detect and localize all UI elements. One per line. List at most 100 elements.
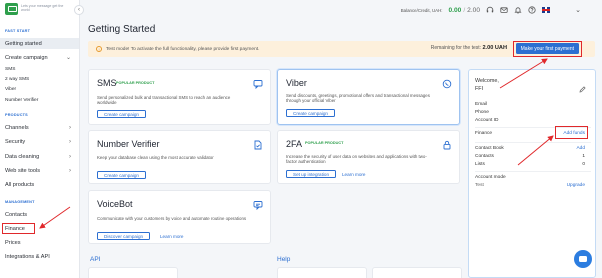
sidebar-item-data-cleaning[interactable]: Data cleaning › — [0, 151, 79, 162]
lists-value: 0 — [582, 162, 585, 167]
balance-label: Balance/Credit, UAH: — [400, 7, 443, 13]
uk-flag-icon[interactable] — [542, 7, 550, 13]
sidebar-item-web-site-tools[interactable]: Web site tools › — [0, 165, 79, 176]
card-description: Send discounts, greetings, promotional o… — [286, 93, 430, 104]
voicebot-icon — [253, 200, 263, 210]
first-payment-highlight-box — [513, 41, 582, 57]
remaining-info: Remaining for the test: 2.00 UAH — [431, 45, 507, 51]
sidebar-item-label: Channels — [5, 124, 29, 131]
chevron-right-icon: › — [69, 153, 71, 160]
sidebar-item-2way-sms[interactable]: 2 way SMS — [0, 75, 79, 84]
account-mode-label: Account mode — [475, 175, 506, 180]
sidebar-item-label: Create campaign — [5, 54, 48, 61]
number-verifier-create-campaign-button[interactable]: Create campaign — [97, 171, 146, 179]
balance-display: 0.00 / 2.00 — [448, 7, 480, 14]
section-management: MANAGEMENT — [5, 200, 35, 204]
add-funds-highlight-box — [555, 126, 588, 139]
contact-book-label: Contact Book — [475, 146, 504, 151]
viber-create-campaign-button[interactable]: Create campaign — [286, 109, 335, 117]
balance-separator: / — [463, 6, 466, 14]
account-panel: Welcome, FFI Email Phone Account ID Fina… — [468, 69, 596, 278]
card-description: Send personalized bulk and transactional… — [97, 95, 231, 106]
sidebar-item-channels[interactable]: Channels › — [0, 122, 79, 133]
chat-icon — [253, 79, 263, 89]
account-mode-value: Test — [475, 183, 484, 188]
card-title: Viber — [286, 78, 307, 88]
sidebar-item-label: Data cleaning — [5, 153, 40, 160]
sidebar-item-label: Contacts — [5, 211, 28, 218]
sidebar-item-label: Viber — [5, 87, 17, 92]
card-description: Communicate with your customers by voice… — [97, 216, 247, 221]
sidebar-item-integrations-api[interactable]: Integrations & API — [0, 251, 79, 262]
warning-icon: ! — [96, 46, 102, 52]
card-sms: SMS POPULAR PRODUCT Send personalized bu… — [88, 69, 271, 125]
user-name: FFI — [475, 86, 484, 92]
sidebar-item-contacts[interactable]: Contacts — [0, 209, 79, 220]
chevron-down-icon: ⌄ — [65, 55, 71, 61]
sidebar-item-label: SMS — [5, 67, 16, 72]
card-title: VoiceBot — [97, 199, 133, 209]
card-description: Increase the security of user data on we… — [286, 154, 427, 165]
chat-icon[interactable] — [574, 250, 592, 268]
card-viber: Viber Send discounts, greetings, promoti… — [277, 69, 460, 125]
document-check-icon — [253, 140, 263, 150]
sidebar-item-label: 2 way SMS — [5, 77, 30, 82]
remaining-label: Remaining for the test: — [430, 45, 482, 51]
api-card[interactable] — [88, 267, 178, 278]
viber-icon — [442, 79, 452, 89]
popular-badge: POPULAR PRODUCT — [116, 81, 155, 85]
logo-icon[interactable] — [5, 3, 18, 15]
finance-highlight-box — [2, 223, 35, 234]
sidebar-item-label: Getting started — [5, 40, 42, 47]
chevron-down-icon[interactable]: ⌄ — [574, 6, 582, 14]
card-description: Keep your database clean using the most … — [97, 155, 214, 160]
sidebar-item-all-products[interactable]: All products — [0, 179, 79, 190]
balance-max: 2.00 — [467, 6, 480, 14]
bell-icon[interactable] — [514, 6, 522, 14]
sidebar-item-create-campaign[interactable]: Create campaign ⌄ — [0, 52, 79, 63]
phone-label: Phone — [475, 110, 489, 115]
card-title: Number Verifier — [97, 139, 160, 149]
sidebar-item-sms[interactable]: SMS — [0, 65, 79, 74]
topbar: Balance/Credit, UAH: 0.00 / 2.00 ⌄ — [80, 0, 602, 20]
sidebar-item-label: Integrations & API — [5, 253, 50, 260]
lists-label: Lists — [475, 162, 485, 167]
contacts-label: Contacts — [475, 154, 494, 159]
sidebar-item-prices[interactable]: Prices — [0, 237, 79, 248]
2fa-setup-integration-button[interactable]: Set up integration — [286, 170, 337, 178]
api-section-title: API — [90, 256, 101, 263]
help-card[interactable] — [372, 267, 462, 278]
sidebar: Lets your message get the world FAST STA… — [0, 0, 80, 278]
card-2fa: 2FA POPULAR PRODUCT Increase the securit… — [277, 130, 460, 184]
divider — [475, 142, 591, 143]
notice-text: Test mode! To activate the full function… — [106, 46, 260, 52]
pencil-icon[interactable] — [579, 86, 586, 95]
sidebar-item-label: Number Verifier — [5, 98, 39, 103]
sidebar-item-getting-started[interactable]: Getting started — [0, 38, 79, 49]
help-icon[interactable] — [528, 6, 536, 14]
2fa-learn-more-link[interactable]: Learn more — [342, 172, 366, 177]
lock-icon — [442, 140, 452, 150]
sidebar-item-viber[interactable]: Viber — [0, 85, 79, 94]
remaining-value: 2.00 UAH — [482, 45, 507, 51]
mail-icon[interactable] — [500, 6, 508, 14]
help-card[interactable] — [277, 267, 367, 278]
sidebar-item-label: Web site tools — [5, 167, 41, 174]
chevron-right-icon: › — [69, 138, 71, 145]
divider — [475, 171, 591, 172]
sidebar-item-security[interactable]: Security › — [0, 136, 79, 147]
chevron-left-icon[interactable]: ‹ — [74, 5, 84, 15]
contacts-value: 1 — [582, 154, 585, 159]
chevron-right-icon: › — [69, 167, 71, 174]
voicebot-discover-campaign-button[interactable]: Discover campaign — [97, 232, 151, 240]
headset-icon[interactable] — [486, 6, 494, 14]
welcome-label: Welcome, — [475, 78, 499, 84]
help-section-title: Help — [277, 256, 291, 263]
email-label: Email — [475, 102, 487, 107]
sidebar-item-number-verifier[interactable]: Number Verifier — [0, 96, 79, 105]
page-title: Getting Started — [88, 24, 156, 35]
voicebot-learn-more-link[interactable]: Learn more — [160, 234, 184, 239]
upgrade-link[interactable]: Upgrade — [567, 183, 585, 188]
sms-create-campaign-button[interactable]: Create campaign — [97, 110, 146, 118]
contact-book-add-link[interactable]: Add — [576, 146, 585, 151]
